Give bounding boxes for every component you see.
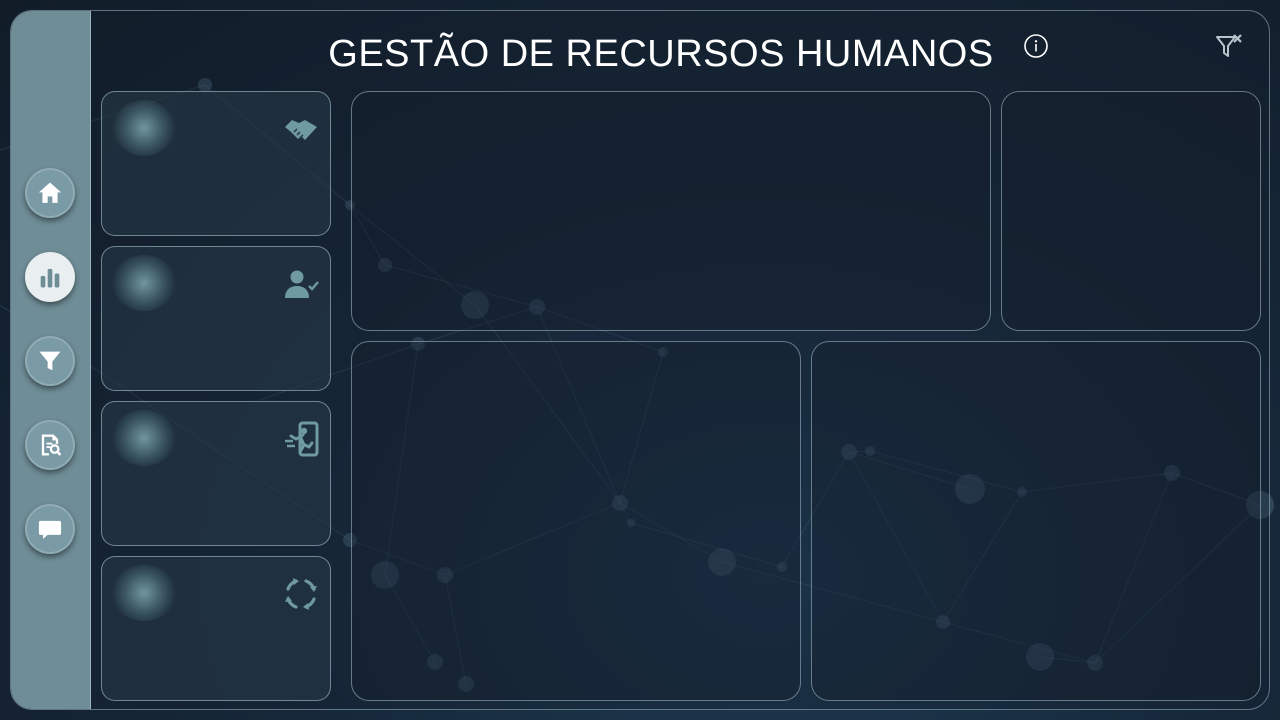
turnover-cycle-icon bbox=[285, 578, 317, 610]
bar-chart-icon bbox=[40, 268, 60, 288]
panel-bottom-right bbox=[811, 341, 1261, 701]
kpi-card-turnover bbox=[101, 556, 331, 701]
kpi-card-exits bbox=[101, 401, 331, 546]
dashboard-frame: GESTÃO DE RECURSOS HUMANOS bbox=[10, 10, 1270, 710]
kpi-card-active bbox=[101, 246, 331, 391]
report-search-icon bbox=[41, 434, 62, 456]
info-circle-icon[interactable] bbox=[1023, 33, 1049, 59]
panel-top-main bbox=[351, 91, 991, 331]
panel-bottom-left bbox=[351, 341, 801, 701]
nav-filters-button[interactable] bbox=[25, 336, 75, 386]
page-title: GESTÃO DE RECURSOS HUMANOS bbox=[328, 33, 994, 75]
filter-icon bbox=[39, 351, 61, 371]
nav-charts-button[interactable] bbox=[25, 252, 75, 302]
employee-exit-icon bbox=[285, 421, 319, 457]
nav-comments-button[interactable] bbox=[25, 504, 75, 554]
kpi-card-hires bbox=[101, 91, 331, 236]
nav-home-button[interactable] bbox=[25, 168, 75, 218]
home-icon bbox=[38, 182, 62, 203]
user-check-icon bbox=[285, 270, 319, 298]
panel-top-side bbox=[1001, 91, 1261, 331]
kpi-glow bbox=[112, 255, 176, 311]
kpi-glow bbox=[112, 565, 176, 621]
kpi-glow bbox=[112, 410, 176, 466]
nav-report-button[interactable] bbox=[25, 420, 75, 470]
sidebar-nav bbox=[11, 11, 91, 709]
handshake-icon bbox=[285, 120, 317, 140]
chat-icon bbox=[38, 520, 62, 539]
kpi-glow bbox=[112, 100, 176, 156]
clear-filter-icon[interactable] bbox=[1213, 31, 1245, 63]
